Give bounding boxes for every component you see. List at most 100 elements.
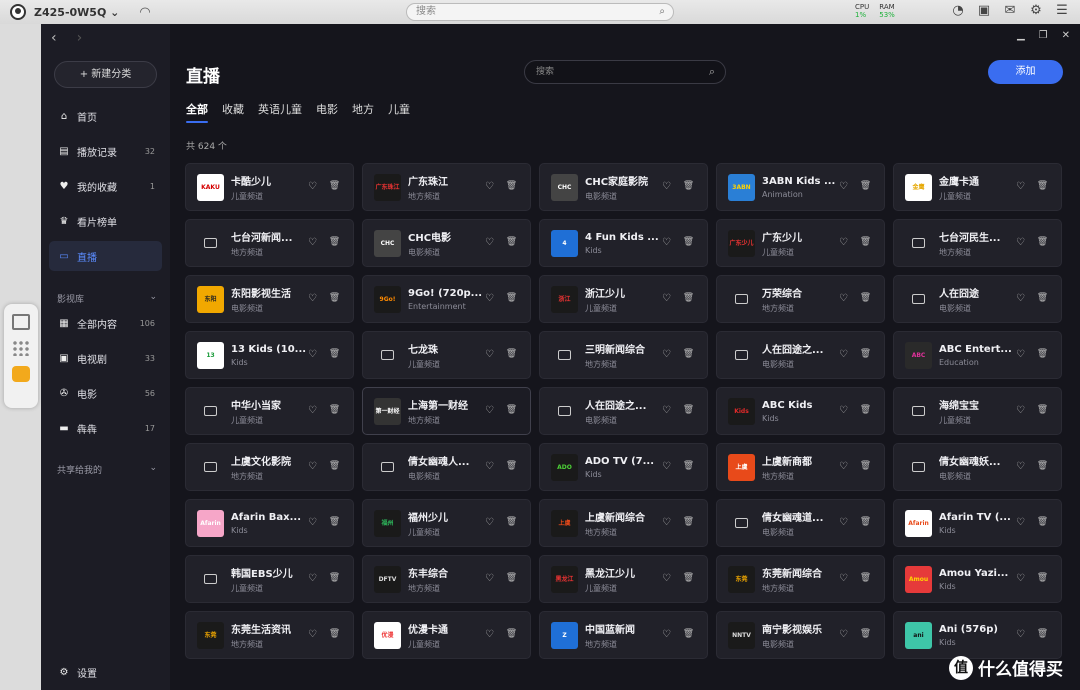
trash-icon[interactable]: 🗑 xyxy=(505,460,518,473)
trash-icon[interactable]: 🗑 xyxy=(682,292,695,305)
favorite-icon[interactable]: ♡ xyxy=(660,236,673,249)
favorite-icon[interactable]: ♡ xyxy=(483,628,496,641)
channel-card[interactable]: 上虞 上虞新商都 地方频道 ♡ 🗑 xyxy=(716,443,885,491)
favorite-icon[interactable]: ♡ xyxy=(483,180,496,193)
favorite-icon[interactable]: ♡ xyxy=(483,572,496,585)
trash-icon[interactable]: 🗑 xyxy=(505,236,518,249)
favorite-icon[interactable]: ♡ xyxy=(1014,180,1027,193)
channel-card[interactable]: 东阳 东阳影视生活 电影频道 ♡ 🗑 xyxy=(185,275,354,323)
channel-card[interactable]: 黑龙江 黑龙江少儿 儿童频道 ♡ 🗑 xyxy=(539,555,708,603)
favorite-icon[interactable]: ♡ xyxy=(306,404,319,417)
channel-card[interactable]: 浙江 浙江少儿 儿童频道 ♡ 🗑 xyxy=(539,275,708,323)
media-app-icon[interactable] xyxy=(12,366,30,382)
favorite-icon[interactable]: ♡ xyxy=(483,292,496,305)
favorite-icon[interactable]: ♡ xyxy=(306,348,319,361)
favorite-icon[interactable]: ♡ xyxy=(837,460,850,473)
favorite-icon[interactable]: ♡ xyxy=(837,292,850,305)
channel-card[interactable]: CHC CHC电影 电影频道 ♡ 🗑 xyxy=(362,219,531,267)
trash-icon[interactable]: 🗑 xyxy=(682,236,695,249)
trash-icon[interactable]: 🗑 xyxy=(1036,180,1049,193)
channel-card[interactable]: 广东珠江 广东珠江 地方频道 ♡ 🗑 xyxy=(362,163,531,211)
favorite-icon[interactable]: ♡ xyxy=(1014,236,1027,249)
sidebar-item-folder[interactable]: ▬ 犇犇 17 xyxy=(49,413,162,443)
favorite-icon[interactable]: ♡ xyxy=(660,404,673,417)
channel-card[interactable]: 七龙珠 儿童频道 ♡ 🗑 xyxy=(362,331,531,379)
resource-monitor[interactable]: CPU 1% RAM 53% xyxy=(855,3,895,19)
trash-icon[interactable]: 🗑 xyxy=(505,572,518,585)
channel-card[interactable]: Afarin Afarin TV (... Kids ♡ 🗑 xyxy=(893,499,1062,547)
trash-icon[interactable]: 🗑 xyxy=(1036,460,1049,473)
channel-card[interactable]: Amou Amou Yazi... Kids ♡ 🗑 xyxy=(893,555,1062,603)
sidebar-item-history[interactable]: ▤ 播放记录 32 xyxy=(49,136,162,166)
favorite-icon[interactable]: ♡ xyxy=(660,292,673,305)
tab-kids[interactable]: 儿童 xyxy=(388,101,410,123)
tab-local[interactable]: 地方 xyxy=(352,101,374,123)
favorite-icon[interactable]: ♡ xyxy=(837,404,850,417)
channel-card[interactable]: 3ABN 3ABN Kids ... Animation ♡ 🗑 xyxy=(716,163,885,211)
trash-icon[interactable]: 🗑 xyxy=(328,628,341,641)
channel-card[interactable]: 万荣综合 地方频道 ♡ 🗑 xyxy=(716,275,885,323)
favorite-icon[interactable]: ♡ xyxy=(660,516,673,529)
channel-card[interactable]: 三明新闻综合 地方频道 ♡ 🗑 xyxy=(539,331,708,379)
sidebar-item-home[interactable]: ⌂ 首页 xyxy=(49,101,162,131)
trash-icon[interactable]: 🗑 xyxy=(505,628,518,641)
channel-card[interactable]: 上虞文化影院 地方频道 ♡ 🗑 xyxy=(185,443,354,491)
channel-card[interactable]: 中华小当家 儿童频道 ♡ 🗑 xyxy=(185,387,354,435)
trash-icon[interactable]: 🗑 xyxy=(859,348,872,361)
os-search-input[interactable]: 搜索 ⌕ xyxy=(406,3,674,21)
favorite-icon[interactable]: ♡ xyxy=(837,516,850,529)
favorite-icon[interactable]: ♡ xyxy=(1014,572,1027,585)
add-button[interactable]: 添加 xyxy=(988,60,1063,84)
trash-icon[interactable]: 🗑 xyxy=(1036,348,1049,361)
new-category-button[interactable]: + 新建分类 xyxy=(54,61,157,88)
favorite-icon[interactable]: ♡ xyxy=(837,348,850,361)
favorite-icon[interactable]: ♡ xyxy=(660,572,673,585)
trash-icon[interactable]: 🗑 xyxy=(505,180,518,193)
favorite-icon[interactable]: ♡ xyxy=(483,460,496,473)
channel-card[interactable]: 44 Fun Kids ... Kids ♡ 🗑 xyxy=(539,219,708,267)
channel-card[interactable]: 优漫 优漫卡通 儿童频道 ♡ 🗑 xyxy=(362,611,531,659)
channel-card[interactable]: ani Ani (576p) Kids ♡ 🗑 xyxy=(893,611,1062,659)
trash-icon[interactable]: 🗑 xyxy=(505,348,518,361)
trash-icon[interactable]: 🗑 xyxy=(1036,404,1049,417)
channel-card[interactable]: 13 13 Kids (10... Kids ♡ 🗑 xyxy=(185,331,354,379)
trash-icon[interactable]: 🗑 xyxy=(859,460,872,473)
trash-icon[interactable]: 🗑 xyxy=(1036,236,1049,249)
trash-icon[interactable]: 🗑 xyxy=(682,628,695,641)
minimize-icon[interactable]: ▁ xyxy=(1017,30,1025,41)
trash-icon[interactable]: 🗑 xyxy=(859,180,872,193)
channel-card[interactable]: 人在囧途 电影频道 ♡ 🗑 xyxy=(893,275,1062,323)
favorite-icon[interactable]: ♡ xyxy=(1014,292,1027,305)
tab-all[interactable]: 全部 xyxy=(186,101,208,123)
favorite-icon[interactable]: ♡ xyxy=(1014,516,1027,529)
trash-icon[interactable]: 🗑 xyxy=(328,516,341,529)
favorite-icon[interactable]: ♡ xyxy=(660,460,673,473)
channel-card[interactable]: 海绵宝宝 儿童频道 ♡ 🗑 xyxy=(893,387,1062,435)
trash-icon[interactable]: 🗑 xyxy=(1036,292,1049,305)
trash-icon[interactable]: 🗑 xyxy=(682,572,695,585)
wifi-icon[interactable]: ◠ xyxy=(139,5,150,20)
channel-card[interactable]: Kids ABC Kids Kids ♡ 🗑 xyxy=(716,387,885,435)
forward-arrow-icon[interactable]: › xyxy=(77,30,83,46)
channel-card[interactable]: 东莞 东莞生活资讯 地方频道 ♡ 🗑 xyxy=(185,611,354,659)
channel-card[interactable]: 金鹰 金鹰卡通 儿童频道 ♡ 🗑 xyxy=(893,163,1062,211)
trash-icon[interactable]: 🗑 xyxy=(328,460,341,473)
back-arrow-icon[interactable]: ‹ xyxy=(51,30,57,46)
tab-movies[interactable]: 电影 xyxy=(316,101,338,123)
trash-icon[interactable]: 🗑 xyxy=(1036,572,1049,585)
channel-card[interactable]: 人在囧途之... 电影频道 ♡ 🗑 xyxy=(716,331,885,379)
trash-icon[interactable]: 🗑 xyxy=(1036,628,1049,641)
channel-card[interactable]: 倩女幽魂人... 电影频道 ♡ 🗑 xyxy=(362,443,531,491)
channel-card[interactable]: 9Go! 9Go! (720p... Entertainment ♡ 🗑 xyxy=(362,275,531,323)
favorite-icon[interactable]: ♡ xyxy=(306,460,319,473)
apps-grid-icon[interactable] xyxy=(12,340,30,356)
favorite-icon[interactable]: ♡ xyxy=(660,180,673,193)
library-section-header[interactable]: 影视库 ⌄ xyxy=(57,292,157,305)
favorite-icon[interactable]: ♡ xyxy=(306,180,319,193)
favorite-icon[interactable]: ♡ xyxy=(483,404,496,417)
tab-favorites[interactable]: 收藏 xyxy=(222,101,244,123)
settings-button[interactable]: ⚙ 设置 xyxy=(49,657,162,687)
trash-icon[interactable]: 🗑 xyxy=(505,516,518,529)
close-icon[interactable]: ✕ xyxy=(1062,30,1070,41)
trash-icon[interactable]: 🗑 xyxy=(682,180,695,193)
